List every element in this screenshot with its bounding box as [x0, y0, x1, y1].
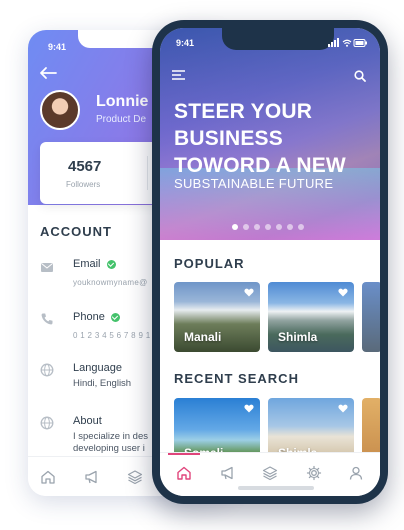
- about-value-line2[interactable]: developing user i: [73, 443, 145, 454]
- layers-icon[interactable]: [262, 465, 278, 481]
- heart-icon[interactable]: [244, 288, 254, 297]
- profile-role: Product De: [96, 114, 147, 125]
- popular-section-title: POPULAR: [174, 256, 245, 271]
- phone-icon: [41, 313, 53, 325]
- heart-icon[interactable]: [338, 288, 348, 297]
- gear-icon[interactable]: [306, 465, 322, 481]
- globe-icon: [40, 363, 54, 377]
- carousel-dots[interactable]: [232, 224, 304, 230]
- hero-title: STEER YOUR BUSINESS TOWORD A NEW: [174, 100, 346, 177]
- home-indicator: [238, 486, 314, 490]
- carousel-dot[interactable]: [254, 224, 260, 230]
- bottom-nav: [160, 452, 380, 496]
- destination-name: Shimla: [278, 330, 318, 344]
- hero-subtitle: SUBSTAINABLE FUTURE: [174, 176, 334, 191]
- verified-check-icon: [110, 312, 120, 322]
- menu-icon[interactable]: [172, 70, 186, 80]
- carousel-dot[interactable]: [243, 224, 249, 230]
- followers-count: 4567: [68, 158, 102, 175]
- status-time: 9:41: [176, 38, 195, 48]
- globe-icon: [40, 416, 54, 430]
- search-icon[interactable]: [354, 70, 366, 82]
- about-value[interactable]: I specialize in des: [73, 431, 148, 442]
- carousel-dot[interactable]: [232, 224, 238, 230]
- status-time: 9:41: [48, 42, 67, 52]
- language-label: Language: [73, 362, 122, 374]
- about-label: About: [73, 415, 102, 427]
- user-icon[interactable]: [348, 465, 364, 481]
- home-phone: 9:41 STEER YOUR BUSINESS TOWORD A NEW SU…: [152, 20, 388, 504]
- phone-value[interactable]: 0 1 2 3 4 5 6 7 8 9 1 0: [73, 331, 158, 340]
- avatar[interactable]: [40, 90, 80, 130]
- heart-icon[interactable]: [338, 404, 348, 413]
- megaphone-icon[interactable]: [220, 465, 236, 481]
- carousel-dot[interactable]: [265, 224, 271, 230]
- language-value[interactable]: Hindi, English: [73, 378, 131, 389]
- heart-icon[interactable]: [244, 404, 254, 413]
- destination-card[interactable]: Manali: [174, 282, 260, 352]
- back-arrow-icon[interactable]: [38, 66, 58, 80]
- verified-check-icon: [106, 259, 116, 269]
- destination-card[interactable]: [362, 282, 380, 352]
- phone-label: Phone: [73, 311, 120, 323]
- destination-name: Manali: [184, 330, 222, 344]
- home-icon[interactable]: [40, 469, 56, 485]
- home-icon[interactable]: [176, 465, 192, 481]
- email-label: Email: [73, 258, 116, 270]
- carousel-dot[interactable]: [287, 224, 293, 230]
- carousel-dot[interactable]: [276, 224, 282, 230]
- mail-icon: [41, 263, 53, 272]
- phone-notch: [222, 28, 334, 50]
- stats-divider: [147, 156, 148, 190]
- home-screen: 9:41 STEER YOUR BUSINESS TOWORD A NEW SU…: [160, 28, 380, 496]
- account-section-title: ACCOUNT: [40, 224, 112, 239]
- status-icons: [328, 38, 367, 47]
- destination-card[interactable]: Shimla: [268, 282, 354, 352]
- followers-label: Followers: [66, 180, 101, 189]
- carousel-dot[interactable]: [298, 224, 304, 230]
- recent-search-section-title: RECENT SEARCH: [174, 371, 299, 386]
- layers-icon[interactable]: [127, 469, 143, 485]
- active-tab-indicator: [168, 453, 200, 455]
- email-value[interactable]: youknowmyname@: [73, 278, 148, 287]
- megaphone-icon[interactable]: [84, 469, 100, 485]
- profile-name: Lonnie: [96, 93, 149, 110]
